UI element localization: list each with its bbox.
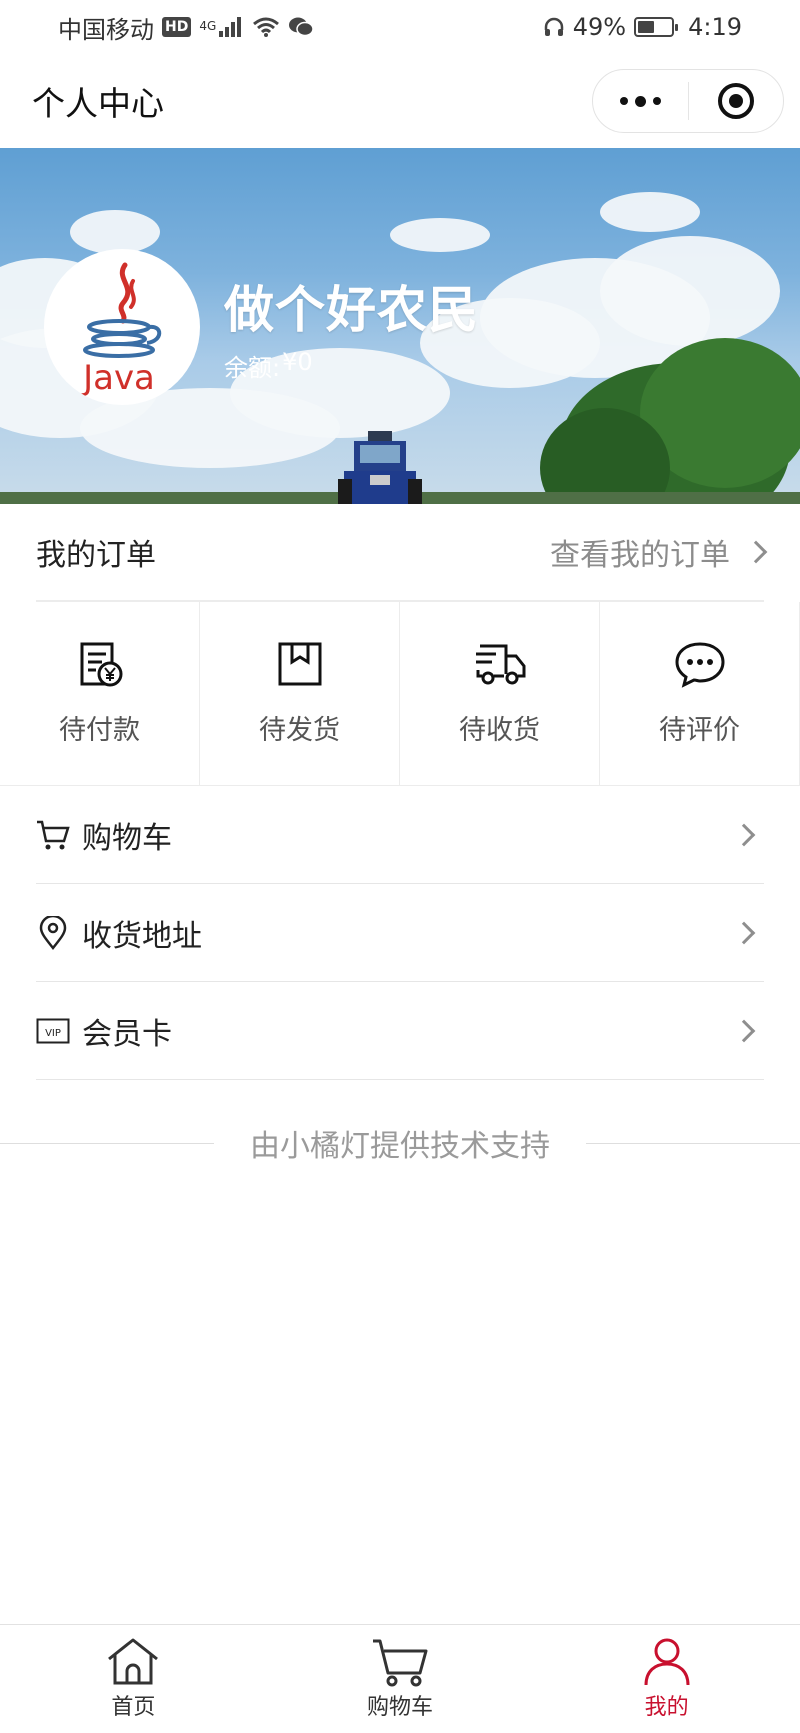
hd-badge: HD	[162, 17, 192, 37]
wifi-icon	[253, 17, 280, 37]
profile-banner: Java 做个好农民 余额: ¥0	[0, 148, 800, 504]
order-status-pending-shipment[interactable]: 待发货	[200, 602, 400, 785]
comment-icon	[674, 642, 725, 688]
avatar[interactable]: Java	[44, 249, 200, 405]
menu-item-label: 购物车	[82, 820, 172, 856]
network-type: 4G	[199, 18, 217, 33]
battery-percent: 49%	[572, 13, 627, 41]
carrier-name: 中国移动	[58, 15, 154, 44]
mini-program-capsule	[592, 69, 784, 133]
cloud-decoration	[390, 218, 490, 252]
user-balance: 余额: ¥0	[224, 348, 313, 383]
order-status-pending-review[interactable]: 待评价	[600, 602, 800, 785]
tab-cart[interactable]: 购物车	[267, 1625, 534, 1733]
order-status-label: 待发货	[259, 715, 340, 746]
chevron-right-icon	[732, 823, 756, 846]
person-icon	[644, 1638, 690, 1686]
divider	[0, 1142, 214, 1144]
vip-card-icon: VIP	[36, 1014, 70, 1048]
order-status-label: 待收货	[459, 715, 540, 746]
divider	[586, 1142, 800, 1144]
target-icon	[717, 83, 754, 119]
balance-label: 余额:	[224, 354, 281, 382]
home-icon	[108, 1638, 159, 1685]
menu-item-cart[interactable]: 购物车	[36, 786, 764, 884]
order-status-pending-receipt[interactable]: 待收货	[400, 602, 600, 785]
tractor-image	[338, 431, 422, 504]
tab-mine[interactable]: 我的	[533, 1625, 800, 1733]
headphone-icon	[544, 17, 563, 36]
cart-icon	[373, 1639, 428, 1687]
tab-label: 首页	[111, 1695, 156, 1720]
vip-icon-text: VIP	[45, 1028, 61, 1039]
chevron-right-icon	[732, 1019, 756, 1042]
status-right: 49% 4:19	[543, 13, 742, 41]
wechat-icon	[289, 17, 315, 37]
location-icon	[36, 915, 70, 950]
nav-bar: 个人中心	[0, 54, 800, 148]
tab-home[interactable]: 首页	[0, 1625, 267, 1733]
cloud-decoration	[600, 236, 780, 346]
more-dots-icon	[619, 95, 661, 107]
battery-icon	[634, 17, 679, 37]
clock: 4:19	[688, 13, 742, 41]
cloud-decoration	[600, 192, 700, 232]
java-logo-icon: Java	[81, 262, 162, 397]
order-status-grid: 待付款 待发货 待收货 待评价	[0, 602, 800, 786]
tab-label: 购物车	[367, 1695, 434, 1720]
package-icon	[278, 642, 321, 686]
avatar-text: Java	[81, 358, 155, 397]
tech-support-footer: 由小橘灯提供技术支持	[0, 1118, 800, 1168]
cloud-decoration	[70, 210, 160, 254]
my-orders-row[interactable]: 我的订单 查看我的订单	[36, 504, 768, 602]
user-nickname: 做个好农民	[224, 281, 479, 339]
payment-icon	[80, 642, 122, 687]
truck-icon	[475, 644, 525, 685]
menu-item-label: 会员卡	[82, 1016, 172, 1052]
my-orders-title: 我的订单	[36, 538, 156, 573]
page-title: 个人中心	[32, 84, 164, 123]
menu-list: 购物车 收货地址 VIP 会员卡	[36, 786, 764, 1080]
tech-support-text: 由小橘灯提供技术支持	[250, 1129, 550, 1164]
cart-icon	[36, 818, 70, 852]
chevron-right-icon	[744, 540, 768, 564]
view-my-orders-link[interactable]: 查看我的订单	[550, 530, 768, 574]
order-status-label: 待付款	[59, 715, 140, 746]
view-my-orders-label: 查看我的订单	[550, 538, 730, 573]
status-bar: 中国移动 HD 4G 49% 4:19	[0, 0, 800, 54]
menu-item-vip-card[interactable]: VIP 会员卡	[36, 982, 764, 1080]
status-left: 中国移动 HD 4G	[58, 10, 315, 45]
order-status-pending-payment[interactable]: 待付款	[0, 602, 200, 785]
menu-item-label: 收货地址	[82, 918, 202, 954]
close-mini-program-button[interactable]	[689, 70, 784, 132]
balance-value: ¥0	[282, 348, 313, 376]
battery-level	[638, 21, 654, 33]
order-status-label: 待评价	[659, 715, 740, 746]
signal-icon	[219, 17, 242, 37]
chevron-right-icon	[732, 921, 756, 944]
menu-item-address[interactable]: 收货地址	[36, 884, 764, 982]
more-button[interactable]	[593, 70, 688, 132]
tab-label: 我的	[644, 1695, 689, 1720]
tab-bar: 首页 购物车 我的	[0, 1624, 800, 1733]
